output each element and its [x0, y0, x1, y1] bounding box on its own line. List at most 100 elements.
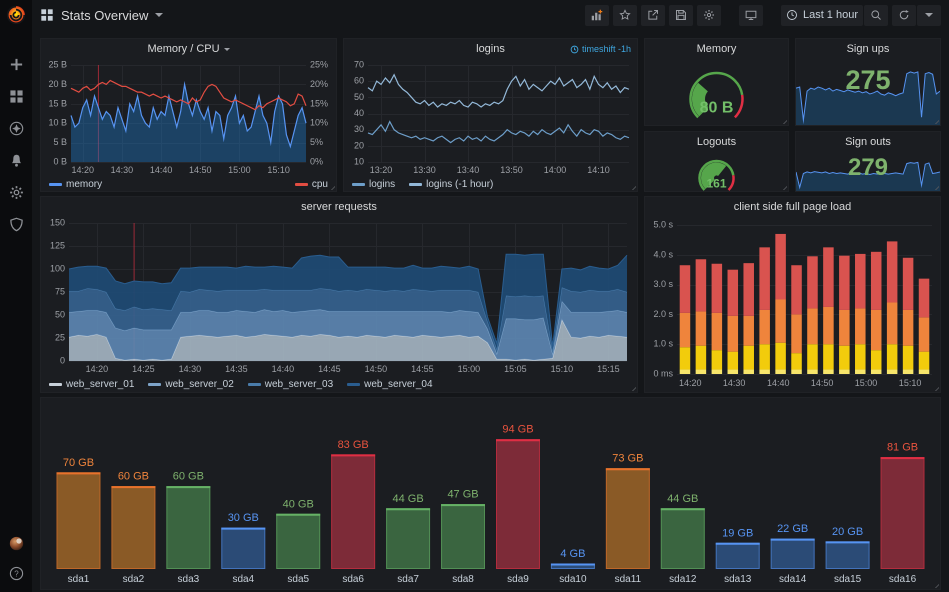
legend-label: web_server_01	[66, 379, 135, 390]
timeshift-badge[interactable]: timeshift -1h	[570, 39, 631, 59]
panel-title-menu[interactable]: Memory / CPU	[41, 39, 336, 59]
legend-color-dash	[148, 383, 162, 386]
dashboard-grid: Memory / CPU memory cpu logins timeshift …	[32, 30, 949, 592]
dashboard-title: Stats Overview	[61, 7, 149, 23]
chevron-down-icon	[223, 47, 230, 51]
star-button[interactable]	[612, 4, 637, 26]
navbar-actions: Last 1 hour	[584, 4, 941, 26]
panel-server-requests: server requests web_server_01 web_server_…	[40, 196, 638, 393]
save-button[interactable]	[668, 4, 693, 26]
svg-text:?: ?	[14, 569, 19, 578]
panel-title: server requests	[301, 201, 377, 213]
chevron-down-icon	[155, 13, 164, 17]
panel-sign-outs: Sign outs 279	[795, 131, 941, 192]
panel-title-menu[interactable]: Logouts	[645, 132, 788, 152]
disk-sizes-chart[interactable]	[41, 398, 940, 589]
legend-label: web_server_04	[364, 379, 433, 390]
panel-title-menu[interactable]: server requests	[41, 197, 637, 217]
refresh-controls	[892, 4, 941, 26]
sign-outs-sparkline[interactable]	[796, 152, 940, 191]
legend-item[interactable]: memory	[49, 179, 102, 190]
panel-title-menu[interactable]: Memory	[645, 39, 788, 59]
legend-label: logins (-1 hour)	[426, 179, 494, 190]
cycle-view-monitor-button[interactable]	[738, 4, 763, 26]
legend-label: memory	[66, 179, 103, 190]
panel-title: Memory	[696, 43, 737, 55]
help-icon[interactable]: ?	[5, 562, 27, 584]
panel-sign-ups: Sign ups 275	[795, 38, 941, 126]
legend-color-dash	[352, 183, 365, 186]
page-load-chart[interactable]	[645, 217, 940, 392]
clock-icon	[787, 10, 797, 20]
dashboards-grid-icon[interactable]	[5, 85, 27, 107]
server-requests-chart[interactable]	[41, 217, 637, 377]
clock-icon	[570, 45, 579, 53]
legend-color-dash	[49, 183, 62, 186]
top-navbar: Stats Overview Last 1 hour	[32, 0, 949, 30]
legend-color-dash	[247, 383, 261, 386]
legend-color-dash	[347, 383, 361, 386]
panel-disk-sizes	[40, 397, 941, 590]
dashboard-settings-button[interactable]	[696, 4, 721, 26]
panel-title: Sign ups	[846, 43, 890, 55]
logins-chart[interactable]	[344, 59, 637, 177]
configuration-gear-icon[interactable]	[5, 181, 27, 203]
legend-item[interactable]: web_server_04	[347, 379, 433, 390]
sign-ups-sparkline[interactable]	[796, 59, 940, 125]
dashboard-title-picker[interactable]: Stats Overview	[40, 7, 164, 23]
user-avatar[interactable]	[5, 532, 27, 554]
legend-label: web_server_03	[264, 379, 334, 390]
legend-item[interactable]: logins (-1 hour)	[409, 179, 493, 190]
share-button[interactable]	[640, 4, 665, 26]
panel-title-menu[interactable]: logins timeshift -1h	[344, 39, 637, 59]
legend-item[interactable]: logins	[352, 179, 395, 190]
legend-color-dash	[409, 183, 423, 186]
add-panel-button[interactable]	[584, 4, 609, 26]
legend-item[interactable]: web_server_02	[148, 379, 234, 390]
logins-legend: logins logins (-1 hour)	[344, 177, 637, 192]
create-plus-icon[interactable]	[5, 53, 27, 75]
alerting-bell-icon[interactable]	[5, 149, 27, 171]
memory-gauge[interactable]	[645, 59, 788, 125]
left-sidebar: ?	[0, 0, 32, 592]
explore-compass-icon[interactable]	[5, 117, 27, 139]
legend-label: web_server_02	[165, 379, 234, 390]
memory-cpu-chart[interactable]	[41, 59, 336, 177]
grafana-logo[interactable]	[6, 5, 26, 25]
panel-title-menu[interactable]: Sign ups	[796, 39, 940, 59]
panel-logouts-gauge: Logouts	[644, 131, 789, 192]
panel-title: Sign outs	[845, 136, 891, 148]
panel-title-menu[interactable]: Sign outs	[796, 132, 940, 152]
panel-page-load: client side full page load	[644, 196, 941, 393]
legend-item[interactable]: web_server_03	[247, 379, 334, 390]
legend-item[interactable]: web_server_01	[49, 379, 134, 390]
time-range-picker[interactable]: Last 1 hour	[780, 4, 863, 26]
dashboard-grid-icon	[41, 9, 53, 21]
server-admin-shield-icon[interactable]	[5, 213, 27, 235]
grafana-app: ? Stats Overview Last 1 hour Memory / CP…	[0, 0, 949, 592]
panel-memory-gauge: Memory	[644, 38, 789, 126]
legend-color-dash	[294, 183, 308, 186]
sidebar-menu	[5, 53, 27, 235]
panel-title: logins	[476, 43, 505, 55]
logouts-gauge[interactable]	[645, 152, 788, 191]
panel-title: Memory / CPU	[147, 43, 220, 55]
legend-label: cpu	[311, 179, 328, 190]
server-requests-legend: web_server_01 web_server_02 web_server_03 w…	[41, 377, 637, 392]
panel-title: Logouts	[696, 136, 737, 148]
panel-memory-cpu: Memory / CPU memory cpu	[40, 38, 337, 192]
panel-logins: logins timeshift -1h logins logins (-1 ho…	[343, 38, 638, 192]
time-controls: Last 1 hour	[780, 4, 888, 26]
memory-cpu-legend: memory cpu	[41, 177, 336, 192]
refresh-interval-caret[interactable]	[917, 4, 941, 26]
sidebar-footer: ?	[5, 532, 27, 584]
chevron-down-icon	[925, 13, 933, 17]
time-range-label: Last 1 hour	[802, 9, 858, 21]
panel-title: client side full page load	[733, 201, 852, 213]
legend-color-dash	[49, 383, 62, 386]
legend-item[interactable]: cpu	[294, 179, 328, 190]
zoom-out-button[interactable]	[864, 4, 888, 26]
panel-title-menu[interactable]: client side full page load	[645, 197, 940, 217]
legend-label: logins	[369, 179, 396, 190]
refresh-button[interactable]	[892, 4, 916, 26]
